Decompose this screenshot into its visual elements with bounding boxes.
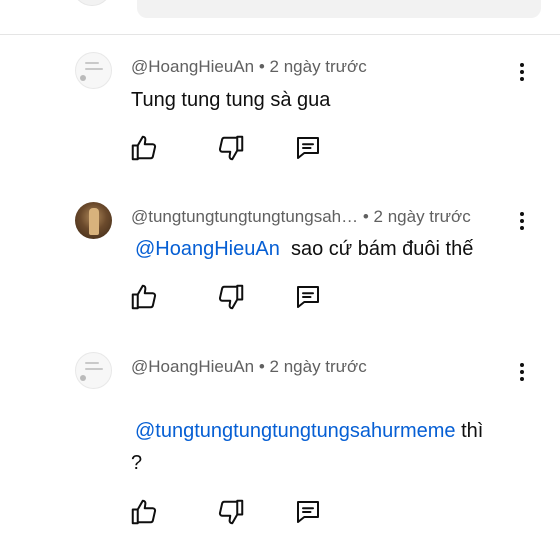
- thumbs-up-icon[interactable]: [129, 497, 159, 527]
- comment-author[interactable]: @HoangHieuAn: [131, 357, 254, 376]
- more-vert-icon[interactable]: [512, 59, 532, 85]
- thumbs-up-icon[interactable]: [129, 133, 159, 163]
- reply-icon[interactable]: [293, 282, 323, 312]
- comment-author[interactable]: @tungtungtungtungtungsah…: [131, 207, 358, 226]
- thumbs-up-icon[interactable]: [129, 282, 159, 312]
- reply-icon[interactable]: [293, 497, 323, 527]
- avatar[interactable]: [75, 52, 112, 89]
- add-comment-input[interactable]: [137, 0, 541, 18]
- more-vert-icon[interactable]: [512, 208, 532, 234]
- comment-time: 2 ngày trước: [269, 57, 367, 76]
- divider: [0, 34, 560, 35]
- meta-separator: •: [258, 57, 265, 76]
- comment-text: @tungtungtungtungtungsahurmeme thì: [135, 420, 484, 442]
- comment-author[interactable]: @HoangHieuAn: [131, 57, 254, 76]
- mention-link[interactable]: @tungtungtungtungtungsahurmeme: [135, 420, 456, 442]
- meta-separator: •: [362, 207, 369, 226]
- avatar[interactable]: [75, 352, 112, 389]
- comment-meta: @tungtungtungtungtungsah… • 2 ngày trước: [131, 207, 471, 227]
- avatar[interactable]: [75, 202, 112, 239]
- comment-text: @HoangHieuAn sao cứ bám đuôi thế: [135, 238, 474, 260]
- thumbs-down-icon[interactable]: [216, 497, 246, 527]
- comment-meta: @HoangHieuAn • 2 ngày trước: [131, 357, 367, 377]
- comment-text-line2: ?: [131, 452, 143, 474]
- comment-time: 2 ngày trước: [269, 357, 367, 376]
- comment-text: Tung tung tung sà gua: [131, 89, 331, 111]
- thumbs-down-icon[interactable]: [216, 282, 246, 312]
- thumbs-down-icon[interactable]: [216, 133, 246, 163]
- more-vert-icon[interactable]: [512, 359, 532, 385]
- mention-link[interactable]: @HoangHieuAn: [135, 238, 280, 260]
- reply-icon[interactable]: [293, 133, 323, 163]
- comment-meta: @HoangHieuAn • 2 ngày trước: [131, 57, 367, 77]
- meta-separator: •: [258, 357, 265, 376]
- comment-time: 2 ngày trước: [373, 207, 471, 226]
- current-user-avatar: [72, 0, 112, 6]
